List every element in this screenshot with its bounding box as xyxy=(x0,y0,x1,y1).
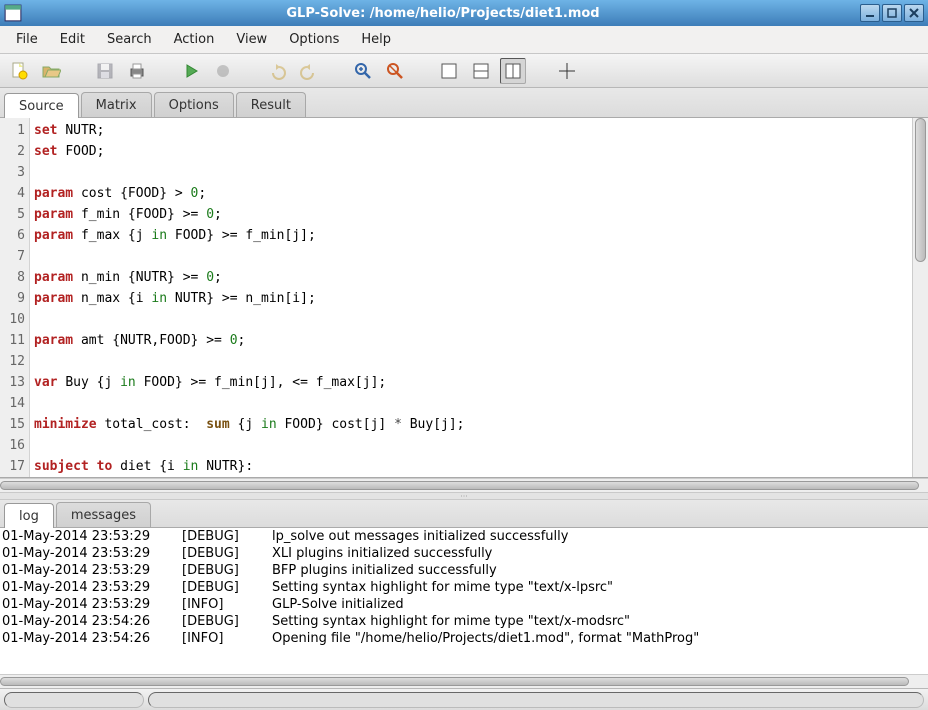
pane-single-button[interactable] xyxy=(436,58,462,84)
tab-messages[interactable]: messages xyxy=(56,502,151,527)
log-scrollbar-h[interactable] xyxy=(0,674,928,688)
pane-split-h-button[interactable] xyxy=(468,58,494,84)
log-row: 01-May-2014 23:53:29[DEBUG]XLI plugins i… xyxy=(0,545,928,562)
zoom-reset-button[interactable] xyxy=(382,58,408,84)
log-row: 01-May-2014 23:53:29[DEBUG]Setting synta… xyxy=(0,579,928,596)
code-line[interactable]: param f_max {j in FOOD} >= f_min[j]; xyxy=(34,225,908,246)
toolbar xyxy=(0,54,928,88)
code-line[interactable] xyxy=(34,246,908,267)
scrollbar-thumb[interactable] xyxy=(915,118,926,262)
splitter[interactable]: ··· xyxy=(0,492,928,500)
scrollbar-thumb[interactable] xyxy=(0,677,909,686)
save-button[interactable] xyxy=(92,58,118,84)
tab-matrix[interactable]: Matrix xyxy=(81,92,152,117)
open-file-button[interactable] xyxy=(38,58,64,84)
code-line[interactable] xyxy=(34,309,908,330)
menu-options[interactable]: Options xyxy=(279,28,349,51)
code-area[interactable]: set NUTR;set FOOD; param cost {FOOD} > 0… xyxy=(30,118,912,477)
log-row: 01-May-2014 23:54:26[INFO]Opening file "… xyxy=(0,630,928,647)
tab-source[interactable]: Source xyxy=(4,93,79,118)
bottom-tabs: log messages xyxy=(0,500,928,528)
editor-scrollbar-v[interactable] xyxy=(912,118,928,477)
tab-result[interactable]: Result xyxy=(236,92,306,117)
app-icon xyxy=(4,4,22,22)
code-line[interactable]: var Buy {j in FOOD} >= f_min[j], <= f_ma… xyxy=(34,372,908,393)
print-button[interactable] xyxy=(124,58,150,84)
window-title: GLP-Solve: /home/helio/Projects/diet1.mo… xyxy=(26,6,860,21)
menu-bar: File Edit Search Action View Options Hel… xyxy=(0,26,928,54)
menu-search[interactable]: Search xyxy=(97,28,162,51)
status-well-left xyxy=(4,692,144,708)
zoom-in-button[interactable] xyxy=(350,58,376,84)
menu-help[interactable]: Help xyxy=(351,28,401,51)
pane-split-v-button[interactable] xyxy=(500,58,526,84)
log-panel[interactable]: 01-May-2014 23:53:29[DEBUG]lp_solve out … xyxy=(0,528,928,674)
editor-scrollbar-h[interactable] xyxy=(0,478,928,492)
code-line[interactable]: set NUTR; xyxy=(34,120,908,141)
code-line[interactable]: minimize total_cost: sum {j in FOOD} cos… xyxy=(34,414,908,435)
window-titlebar: GLP-Solve: /home/helio/Projects/diet1.mo… xyxy=(0,0,928,26)
scrollbar-thumb[interactable] xyxy=(0,481,919,490)
code-line[interactable]: param amt {NUTR,FOOD} >= 0; xyxy=(34,330,908,351)
code-line[interactable] xyxy=(34,162,908,183)
run-button[interactable] xyxy=(178,58,204,84)
line-number-gutter: 1234567891011121314151617 xyxy=(0,118,30,477)
new-file-button[interactable] xyxy=(6,58,32,84)
status-bar xyxy=(0,688,928,710)
log-row: 01-May-2014 23:53:29[INFO]GLP-Solve init… xyxy=(0,596,928,613)
tab-log[interactable]: log xyxy=(4,503,54,528)
log-row: 01-May-2014 23:54:26[DEBUG]Setting synta… xyxy=(0,613,928,630)
maximize-button[interactable] xyxy=(882,4,902,22)
code-line[interactable]: set FOOD; xyxy=(34,141,908,162)
close-button[interactable] xyxy=(904,4,924,22)
code-line[interactable]: subject to diet {i in NUTR}: xyxy=(34,456,908,477)
main-tabs: Source Matrix Options Result xyxy=(0,88,928,118)
code-line[interactable]: param n_min {NUTR} >= 0; xyxy=(34,267,908,288)
code-line[interactable]: param cost {FOOD} > 0; xyxy=(34,183,908,204)
tab-options[interactable]: Options xyxy=(154,92,234,117)
code-line[interactable] xyxy=(34,351,908,372)
minimize-button[interactable] xyxy=(860,4,880,22)
source-editor[interactable]: 1234567891011121314151617 set NUTR;set F… xyxy=(0,118,928,478)
code-line[interactable]: param n_max {i in NUTR} >= n_min[i]; xyxy=(34,288,908,309)
code-line[interactable] xyxy=(34,393,908,414)
code-line[interactable]: param f_min {FOOD} >= 0; xyxy=(34,204,908,225)
menu-action[interactable]: Action xyxy=(164,28,225,51)
undo-button[interactable] xyxy=(264,58,290,84)
log-row: 01-May-2014 23:53:29[DEBUG]lp_solve out … xyxy=(0,528,928,545)
crosshair-button[interactable] xyxy=(554,58,580,84)
code-line[interactable] xyxy=(34,435,908,456)
log-row: 01-May-2014 23:53:29[DEBUG]BFP plugins i… xyxy=(0,562,928,579)
status-well-main xyxy=(148,692,924,708)
menu-view[interactable]: View xyxy=(226,28,277,51)
menu-edit[interactable]: Edit xyxy=(50,28,95,51)
stop-button[interactable] xyxy=(210,58,236,84)
redo-button[interactable] xyxy=(296,58,322,84)
menu-file[interactable]: File xyxy=(6,28,48,51)
